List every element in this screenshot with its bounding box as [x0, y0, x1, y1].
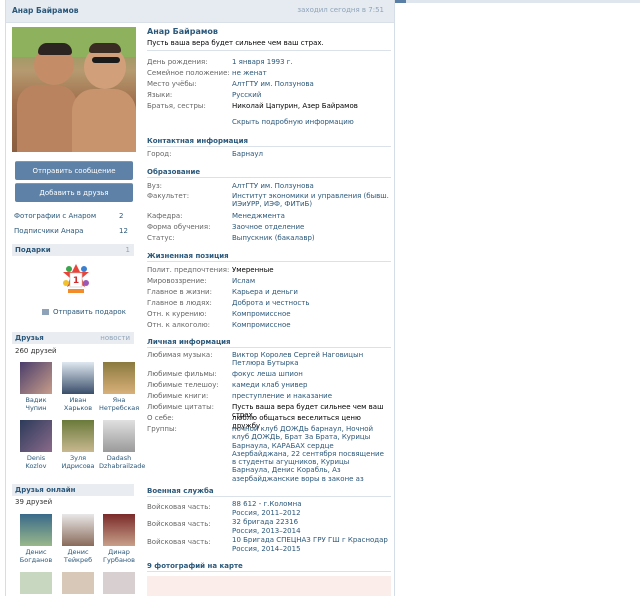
- faculty-label: Факультет:: [147, 192, 190, 200]
- alcohol-label: Отн. к алкоголю:: [147, 321, 211, 329]
- tv-value[interactable]: камеди клаб универ: [232, 381, 389, 389]
- divider: [147, 347, 391, 348]
- personal-section-title: Личная информация: [147, 338, 231, 346]
- map-section-title[interactable]: 9 фотографий на карте: [147, 562, 243, 570]
- quotes-label: Любимые цитаты:: [147, 403, 215, 411]
- politics-value[interactable]: Умеренные: [232, 266, 389, 274]
- faculty-value[interactable]: Институт экономики и управления (бывш. И…: [232, 192, 389, 209]
- siblings-label: Братья, сестры:: [147, 102, 206, 110]
- photo-map[interactable]: [147, 576, 391, 596]
- divider: [147, 496, 391, 497]
- chair-label: Кафедра:: [147, 212, 183, 220]
- top-scroll-track: [394, 0, 640, 3]
- books-value[interactable]: преступление и наказание: [232, 392, 389, 400]
- top-scroll-thumb[interactable]: [394, 0, 406, 3]
- military-section-title: Военная служба: [147, 487, 214, 495]
- city-value[interactable]: Барнаул: [232, 150, 389, 158]
- chair-value[interactable]: Менеджмента: [232, 212, 389, 220]
- edu-status-value[interactable]: Выпускник (бакалавр): [232, 234, 389, 242]
- relationship-label: Семейное положение:: [147, 69, 230, 77]
- birthday-label: День рождения:: [147, 58, 208, 66]
- alcohol-value[interactable]: Компромиссное: [232, 321, 389, 329]
- military-unit-label: Войсковая часть:: [147, 520, 211, 528]
- military-unit-value[interactable]: 10 Бригада СПЕЦНАЗ ГРУ ГШ г Краснодар: [232, 536, 389, 544]
- military-unit-value[interactable]: 32 бригада 22316: [232, 518, 389, 526]
- worldview-label: Мировоззрение:: [147, 277, 207, 285]
- profile-status[interactable]: Пусть ваша вера будет сильнее чем ваш ст…: [147, 39, 324, 47]
- education-section-title: Образование: [147, 168, 201, 176]
- divider: [147, 571, 391, 572]
- life-main-value[interactable]: Карьера и деньги: [232, 288, 389, 296]
- study-form-label: Форма обучения:: [147, 223, 211, 231]
- study-form-value[interactable]: Заочное отделение: [232, 223, 389, 231]
- music-value[interactable]: Виктор Королев Сергей Наговицын Петлюра …: [232, 351, 389, 368]
- languages-label: Языки:: [147, 91, 173, 99]
- military-unit-period[interactable]: Россия, 2013–2014: [232, 527, 389, 535]
- divider: [147, 146, 391, 147]
- siblings-value[interactable]: Николай Цапурин, Азер Байрамов: [232, 102, 389, 110]
- worldview-value[interactable]: Ислам: [232, 277, 389, 285]
- politics-label: Полит. предпочтения:: [147, 266, 230, 274]
- divider: [147, 261, 391, 262]
- books-label: Любимые книги:: [147, 392, 209, 400]
- military-unit-label: Войсковая часть:: [147, 538, 211, 546]
- languages-value[interactable]: Русский: [232, 91, 389, 99]
- military-unit-period[interactable]: Россия, 2014–2015: [232, 545, 389, 553]
- military-unit-period[interactable]: Россия, 2011–2012: [232, 509, 389, 517]
- movies-label: Любимые фильмы:: [147, 370, 217, 378]
- smoking-label: Отн. к курению:: [147, 310, 207, 318]
- people-main-label: Главное в людях:: [147, 299, 212, 307]
- hide-info-link[interactable]: Скрыть подробную информацию: [232, 118, 389, 126]
- study-value[interactable]: АлтГТУ им. Ползунова: [232, 80, 389, 88]
- movies-value[interactable]: фокус леша шпион: [232, 370, 389, 378]
- divider: [147, 177, 391, 178]
- city-label: Город:: [147, 150, 172, 158]
- university-label: Вуз:: [147, 182, 163, 190]
- contacts-section-title: Контактная информация: [147, 137, 248, 145]
- tv-label: Любимые телешоу:: [147, 381, 219, 389]
- birthday-value[interactable]: 1 января 1993 г.: [232, 58, 389, 66]
- music-label: Любимая музыка:: [147, 351, 213, 359]
- people-main-value[interactable]: Доброта и честность: [232, 299, 389, 307]
- military-unit-value[interactable]: 88 612 - г.Коломна: [232, 500, 389, 508]
- military-unit-label: Войсковая часть:: [147, 503, 211, 511]
- university-value[interactable]: АлтГТУ им. Ползунова: [232, 182, 389, 190]
- life-section-title: Жизненная позиция: [147, 252, 229, 260]
- divider: [147, 50, 391, 51]
- relationship-value[interactable]: не женат: [232, 69, 389, 77]
- edu-status-label: Статус:: [147, 234, 175, 242]
- smoking-value[interactable]: Компромиссное: [232, 310, 389, 318]
- groups-value[interactable]: ночной клуб ДОЖДЬ барнаул, Ночной клуб Д…: [232, 425, 389, 483]
- about-label: О себе:: [147, 414, 174, 422]
- profile-name: Анар Байрамов: [147, 27, 218, 36]
- life-main-label: Главное в жизни:: [147, 288, 212, 296]
- study-label: Место учёбы:: [147, 80, 197, 88]
- groups-label: Группы:: [147, 425, 177, 433]
